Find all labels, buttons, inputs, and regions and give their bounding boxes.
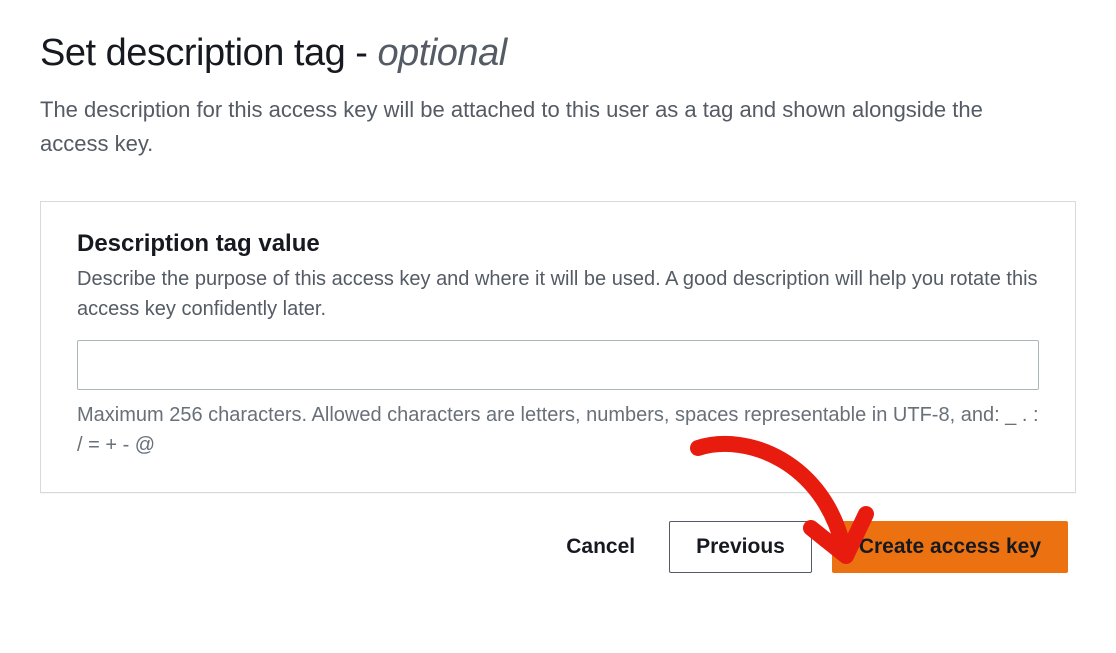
cancel-button[interactable]: Cancel <box>552 522 649 571</box>
page-title: Set description tag - optional <box>40 32 1076 75</box>
field-description: Describe the purpose of this access key … <box>77 264 1039 324</box>
previous-button[interactable]: Previous <box>669 521 812 572</box>
description-panel: Description tag value Describe the purpo… <box>40 201 1076 493</box>
button-row: Cancel Previous Create access key <box>40 521 1076 572</box>
page-subtitle: The description for this access key will… <box>40 93 1040 161</box>
page-title-main: Set description tag <box>40 32 345 74</box>
create-access-key-button[interactable]: Create access key <box>832 521 1068 572</box>
description-tag-input[interactable] <box>77 340 1039 390</box>
field-help-text: Maximum 256 characters. Allowed characte… <box>77 400 1039 460</box>
field-label: Description tag value <box>77 230 1039 258</box>
page-title-separator: - <box>345 32 377 74</box>
page-title-optional: optional <box>378 32 507 74</box>
